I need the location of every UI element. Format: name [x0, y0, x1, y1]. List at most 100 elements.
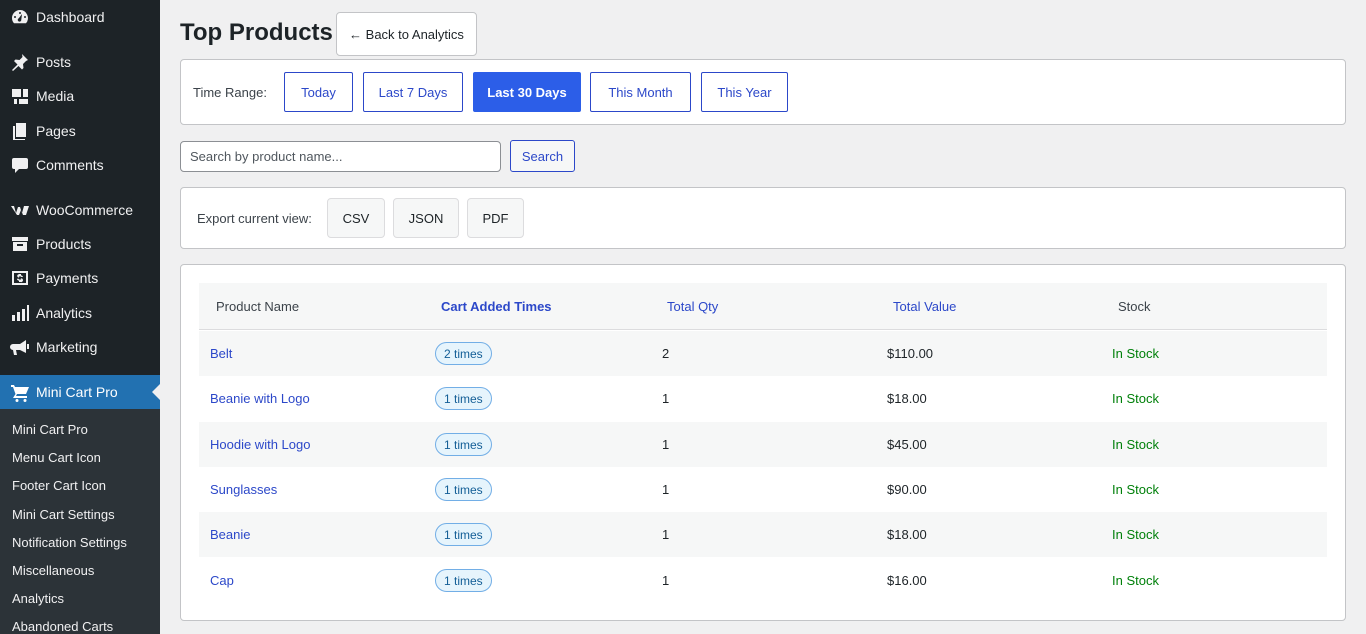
- menu-item-media[interactable]: Media: [0, 79, 160, 113]
- export-label: Export current view:: [197, 211, 312, 226]
- menu-item-label: Marketing: [36, 339, 98, 355]
- export-json-button[interactable]: JSON: [393, 198, 459, 238]
- search-button[interactable]: Search: [510, 140, 575, 172]
- menu-item-mini-cart-pro[interactable]: Mini Cart Pro: [0, 375, 160, 409]
- stock-status: In Stock: [1112, 573, 1159, 588]
- pin-icon: [0, 52, 36, 72]
- table-row: Sunglasses 1 times 1 $90.00 In Stock: [199, 467, 1327, 512]
- table-header: Product Name Cart Added Times Total Qty …: [199, 283, 1327, 330]
- menu-item-payments[interactable]: Payments: [0, 261, 160, 295]
- stock-status: In Stock: [1112, 527, 1159, 542]
- menu-item-dashboard[interactable]: Dashboard: [0, 0, 160, 34]
- woocommerce-icon: [0, 200, 36, 220]
- menu-item-label: WooCommerce: [36, 202, 133, 218]
- menu-item-label: Comments: [36, 157, 104, 173]
- column-header-total-value[interactable]: Total Value: [893, 299, 956, 314]
- total-qty-cell: 1: [662, 482, 670, 497]
- submenu-item-footer-cart-icon[interactable]: Footer Cart Icon: [12, 478, 106, 493]
- media-icon: [0, 86, 36, 106]
- top-products-table: Product Name Cart Added Times Total Qty …: [180, 264, 1346, 621]
- total-qty-cell: 1: [662, 391, 670, 406]
- menu-item-label: Media: [36, 88, 75, 104]
- range-this-year-button[interactable]: This Year: [701, 72, 788, 112]
- total-value-cell: $110.00: [887, 346, 934, 361]
- product-search-input[interactable]: [180, 141, 501, 172]
- table-row: Hoodie with Logo 1 times 1 $45.00 In Sto…: [199, 422, 1327, 467]
- menu-item-label: Payments: [36, 270, 99, 286]
- cart-added-badge: 1 times: [435, 433, 492, 456]
- total-qty-cell: 1: [662, 573, 670, 588]
- table-row: Beanie with Logo 1 times 1 $18.00 In Sto…: [199, 376, 1327, 421]
- bar-chart-icon: [0, 303, 36, 323]
- megaphone-icon: [0, 337, 36, 357]
- submenu-item-notification-settings[interactable]: Notification Settings: [12, 535, 127, 550]
- product-name-link[interactable]: Sunglasses: [210, 482, 277, 497]
- menu-item-analytics[interactable]: Analytics: [0, 296, 160, 330]
- cart-added-badge: 2 times: [435, 342, 492, 365]
- stock-status: In Stock: [1112, 437, 1159, 452]
- menu-item-products[interactable]: Products: [0, 227, 160, 261]
- cart-added-badge: 1 times: [435, 478, 492, 501]
- menu-item-label: Dashboard: [36, 9, 105, 25]
- range-this-month-button[interactable]: This Month: [590, 72, 691, 112]
- column-header-cart-added-times[interactable]: Cart Added Times: [441, 299, 552, 314]
- submenu-item-analytics[interactable]: Analytics: [12, 591, 64, 606]
- cart-icon: [0, 382, 36, 402]
- admin-sidebar: Dashboard Posts Media Pages Comments Woo…: [0, 0, 160, 634]
- range-last-7-days-button[interactable]: Last 7 Days: [363, 72, 463, 112]
- submenu-item-miscellaneous[interactable]: Miscellaneous: [12, 563, 94, 578]
- cart-added-badge: 1 times: [435, 569, 492, 592]
- total-value-cell: $16.00: [887, 573, 927, 588]
- menu-item-comments[interactable]: Comments: [0, 148, 160, 182]
- time-range-label: Time Range:: [193, 85, 267, 100]
- back-to-analytics-button[interactable]: ← Back to Analytics: [336, 12, 477, 56]
- total-value-cell: $18.00: [887, 391, 927, 406]
- menu-item-posts[interactable]: Posts: [0, 45, 160, 79]
- cart-added-badge: 1 times: [435, 523, 492, 546]
- export-csv-button[interactable]: CSV: [327, 198, 385, 238]
- page-title: Top Products: [180, 19, 333, 46]
- range-today-button[interactable]: Today: [284, 72, 353, 112]
- pages-icon: [0, 121, 36, 141]
- total-value-cell: $90.00: [887, 482, 927, 497]
- product-name-link[interactable]: Cap: [210, 573, 234, 588]
- product-name-link[interactable]: Beanie with Logo: [210, 391, 310, 406]
- stock-status: In Stock: [1112, 346, 1159, 361]
- total-value-cell: $18.00: [887, 527, 927, 542]
- column-header-total-qty[interactable]: Total Qty: [667, 299, 718, 314]
- product-name-link[interactable]: Beanie: [210, 527, 250, 542]
- table-row: Cap 1 times 1 $16.00 In Stock: [199, 558, 1327, 603]
- range-last-30-days-button[interactable]: Last 30 Days: [473, 72, 581, 112]
- total-value-cell: $45.00: [887, 437, 927, 452]
- time-range-panel: Time Range: Today Last 7 Days Last 30 Da…: [180, 59, 1346, 125]
- menu-item-marketing[interactable]: Marketing: [0, 330, 160, 364]
- table-row: Beanie 1 times 1 $18.00 In Stock: [199, 512, 1327, 557]
- menu-item-woocommerce[interactable]: WooCommerce: [0, 193, 160, 227]
- stock-status: In Stock: [1112, 391, 1159, 406]
- comments-icon: [0, 155, 36, 175]
- submenu-item-mini-cart-settings[interactable]: Mini Cart Settings: [12, 507, 115, 522]
- total-qty-cell: 1: [662, 527, 670, 542]
- archive-icon: [0, 234, 36, 254]
- menu-item-label: Pages: [36, 123, 76, 139]
- menu-item-label: Posts: [36, 54, 72, 70]
- submenu-item-abandoned-carts[interactable]: Abandoned Carts: [12, 619, 113, 634]
- table-row: Belt 2 times 2 $110.00 In Stock: [199, 331, 1327, 376]
- submenu: Mini Cart Pro Menu Cart Icon Footer Cart…: [0, 409, 160, 634]
- product-name-link[interactable]: Belt: [210, 346, 232, 361]
- export-pdf-button[interactable]: PDF: [467, 198, 524, 238]
- menu-item-pages[interactable]: Pages: [0, 114, 160, 148]
- submenu-item-mini-cart-pro[interactable]: Mini Cart Pro: [12, 422, 88, 437]
- column-header-stock: Stock: [1118, 299, 1151, 314]
- total-qty-cell: 1: [662, 437, 670, 452]
- cart-added-badge: 1 times: [435, 387, 492, 410]
- dashboard-icon: [0, 7, 36, 27]
- menu-item-label: Analytics: [36, 305, 93, 321]
- submenu-item-menu-cart-icon[interactable]: Menu Cart Icon: [12, 450, 101, 465]
- menu-item-label: Products: [36, 236, 92, 252]
- column-header-product-name: Product Name: [216, 299, 300, 314]
- stock-status: In Stock: [1112, 482, 1159, 497]
- export-panel: Export current view: CSV JSON PDF: [180, 187, 1346, 249]
- menu-item-label: Mini Cart Pro: [36, 384, 118, 400]
- product-name-link[interactable]: Hoodie with Logo: [210, 437, 310, 452]
